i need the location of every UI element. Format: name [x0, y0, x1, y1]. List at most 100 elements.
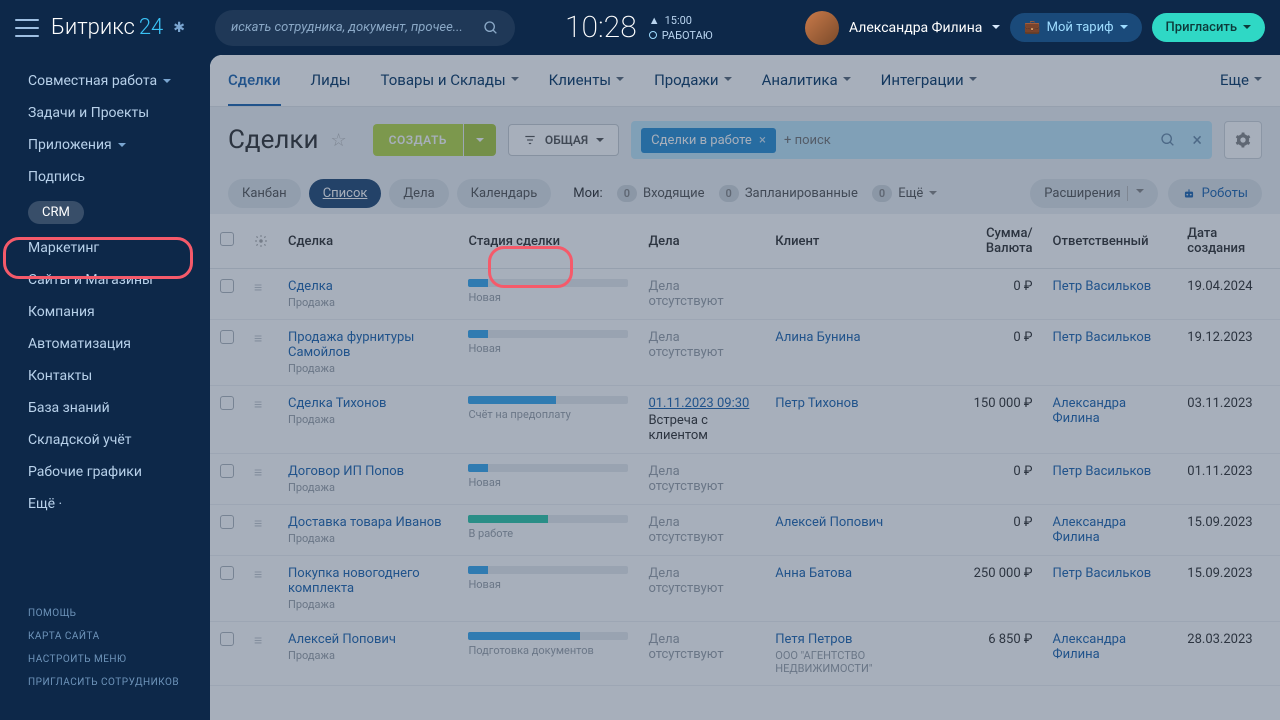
deal-title-link[interactable]: Сделка — [288, 279, 448, 294]
tariff-button[interactable]: 💼 Мой тариф — [1010, 13, 1141, 42]
tab-0[interactable]: Сделки — [228, 55, 281, 106]
pipeline-filter[interactable]: ОБЩАЯ — [508, 124, 619, 156]
stage-bar[interactable] — [468, 330, 628, 338]
sidebar-item-12[interactable]: Рабочие графики — [0, 456, 210, 488]
col-0[interactable]: Сделка — [278, 214, 458, 269]
sidebar-helper[interactable]: ПРИГЛАСИТЬ СОТРУДНИКОВ — [28, 677, 179, 688]
deal-title-link[interactable]: Сделка Тихонов — [288, 396, 448, 411]
avatar[interactable] — [805, 11, 839, 45]
sidebar-helper[interactable]: ПОМОЩЬ — [28, 608, 179, 619]
tab-3[interactable]: Клиенты — [549, 55, 624, 106]
sidebar-helper[interactable]: НАСТРОИТЬ МЕНЮ — [28, 654, 179, 665]
drag-handle-icon[interactable]: ≡ — [254, 465, 262, 481]
row-checkbox[interactable] — [220, 632, 234, 646]
close-icon[interactable]: × — [759, 133, 766, 148]
responsible-link[interactable]: Петр Васильков — [1053, 330, 1152, 345]
deal-title-link[interactable]: Продажа фурнитуры Самойлов — [288, 330, 448, 360]
row-checkbox[interactable] — [220, 330, 234, 344]
tab-4[interactable]: Продажи — [654, 55, 732, 106]
search-input[interactable] — [231, 20, 483, 35]
filter-search-input[interactable] — [784, 133, 950, 148]
menu-burger-icon[interactable] — [15, 19, 39, 37]
my-more[interactable]: 0Ещё — [872, 185, 937, 202]
tab-7[interactable]: Еще — [1220, 55, 1262, 106]
col-3[interactable]: Клиент — [765, 214, 944, 269]
sidebar-item-10[interactable]: База знаний — [0, 392, 210, 424]
view-Канбан[interactable]: Канбан — [228, 179, 301, 208]
drag-handle-icon[interactable]: ≡ — [254, 280, 262, 296]
sidebar-item-9[interactable]: Контакты — [0, 360, 210, 392]
filter-bar[interactable]: Сделки в работе × × — [631, 121, 1212, 159]
star-icon[interactable]: ☆ — [331, 130, 347, 151]
sidebar-item-13[interactable]: Ещё · — [0, 488, 210, 520]
tab-1[interactable]: Лиды — [311, 55, 351, 106]
view-Календарь[interactable]: Календарь — [457, 179, 552, 208]
robots-button[interactable]: Роботы — [1168, 179, 1262, 208]
sidebar-item-6[interactable]: Сайты и Магазины — [0, 264, 210, 296]
client-link[interactable]: Анна Батова — [775, 566, 852, 581]
drag-handle-icon[interactable]: ≡ — [254, 567, 262, 583]
deal-link[interactable]: 01.11.2023 09:30 — [648, 396, 755, 411]
responsible-link[interactable]: Петр Васильков — [1053, 566, 1152, 581]
responsible-link[interactable]: Александра Филина — [1053, 396, 1127, 426]
tab-2[interactable]: Товары и Склады — [381, 55, 519, 106]
user-name[interactable]: Александра Филина — [849, 20, 982, 36]
stage-bar[interactable] — [468, 279, 628, 287]
col-5[interactable]: Ответственный — [1043, 214, 1178, 269]
row-checkbox[interactable] — [220, 279, 234, 293]
sidebar-item-2[interactable]: Приложения — [0, 129, 210, 161]
close-icon[interactable]: × — [1192, 130, 1202, 151]
col-4[interactable]: Сумма/Валюта — [945, 214, 1043, 269]
gear-icon[interactable] — [254, 234, 268, 248]
search-icon[interactable] — [1160, 132, 1176, 148]
row-checkbox[interactable] — [220, 515, 234, 529]
drag-handle-icon[interactable]: ≡ — [254, 516, 262, 532]
row-checkbox[interactable] — [220, 464, 234, 478]
sidebar-helper[interactable]: КАРТА САЙТА — [28, 631, 179, 642]
row-checkbox[interactable] — [220, 566, 234, 580]
client-link[interactable]: Алина Бунина — [775, 330, 860, 345]
col-1[interactable]: Стадия сделки — [458, 214, 638, 269]
row-checkbox[interactable] — [220, 396, 234, 410]
my-incoming[interactable]: 0Входящие — [617, 185, 705, 202]
theme-switch-icon[interactable]: ✱ — [173, 20, 185, 36]
stage-bar[interactable] — [468, 632, 628, 640]
sidebar-item-8[interactable]: Автоматизация — [0, 328, 210, 360]
client-link[interactable]: Петя Петров — [775, 632, 852, 647]
sidebar-item-7[interactable]: Компания — [0, 296, 210, 328]
stage-bar[interactable] — [468, 464, 628, 472]
sidebar-item-11[interactable]: Складской учёт — [0, 424, 210, 456]
responsible-link[interactable]: Александра Филина — [1053, 515, 1127, 545]
deal-title-link[interactable]: Доставка товара Иванов — [288, 515, 448, 530]
responsible-link[interactable]: Петр Васильков — [1053, 279, 1152, 294]
sidebar-item-1[interactable]: Задачи и Проекты — [0, 97, 210, 129]
sidebar-item-3[interactable]: Подпись — [0, 161, 210, 193]
deal-title-link[interactable]: Договор ИП Попов — [288, 464, 448, 479]
tab-6[interactable]: Интеграции — [881, 55, 977, 106]
view-Дела[interactable]: Дела — [389, 179, 448, 208]
create-button[interactable]: СОЗДАТЬ — [373, 124, 463, 156]
deal-title-link[interactable]: Покупка новогоднего комплекта — [288, 566, 448, 596]
create-dropdown[interactable] — [464, 124, 496, 156]
chevron-down-icon[interactable] — [992, 25, 1000, 33]
tab-5[interactable]: Аналитика — [762, 55, 851, 106]
sidebar-item-5[interactable]: Маркетинг — [0, 232, 210, 264]
global-search[interactable] — [215, 10, 515, 46]
view-Список[interactable]: Список — [309, 179, 382, 208]
my-planned[interactable]: 0Запланированные — [719, 185, 858, 202]
col-6[interactable]: Дата создания — [1177, 214, 1280, 269]
drag-handle-icon[interactable]: ≡ — [254, 633, 262, 649]
client-link[interactable]: Алексей Попович — [775, 515, 883, 530]
drag-handle-icon[interactable]: ≡ — [254, 397, 262, 413]
client-link[interactable]: Петр Тихонов — [775, 396, 858, 411]
extensions-button[interactable]: Расширения — [1030, 179, 1157, 208]
responsible-link[interactable]: Александра Филина — [1053, 632, 1127, 662]
sidebar-item-0[interactable]: Совместная работа — [0, 65, 210, 97]
stage-bar[interactable] — [468, 515, 628, 523]
filter-tag[interactable]: Сделки в работе × — [641, 128, 776, 153]
drag-handle-icon[interactable]: ≡ — [254, 331, 262, 347]
col-2[interactable]: Дела — [638, 214, 765, 269]
select-all-checkbox[interactable] — [220, 232, 234, 246]
stage-bar[interactable] — [468, 396, 628, 404]
settings-button[interactable] — [1224, 121, 1262, 159]
